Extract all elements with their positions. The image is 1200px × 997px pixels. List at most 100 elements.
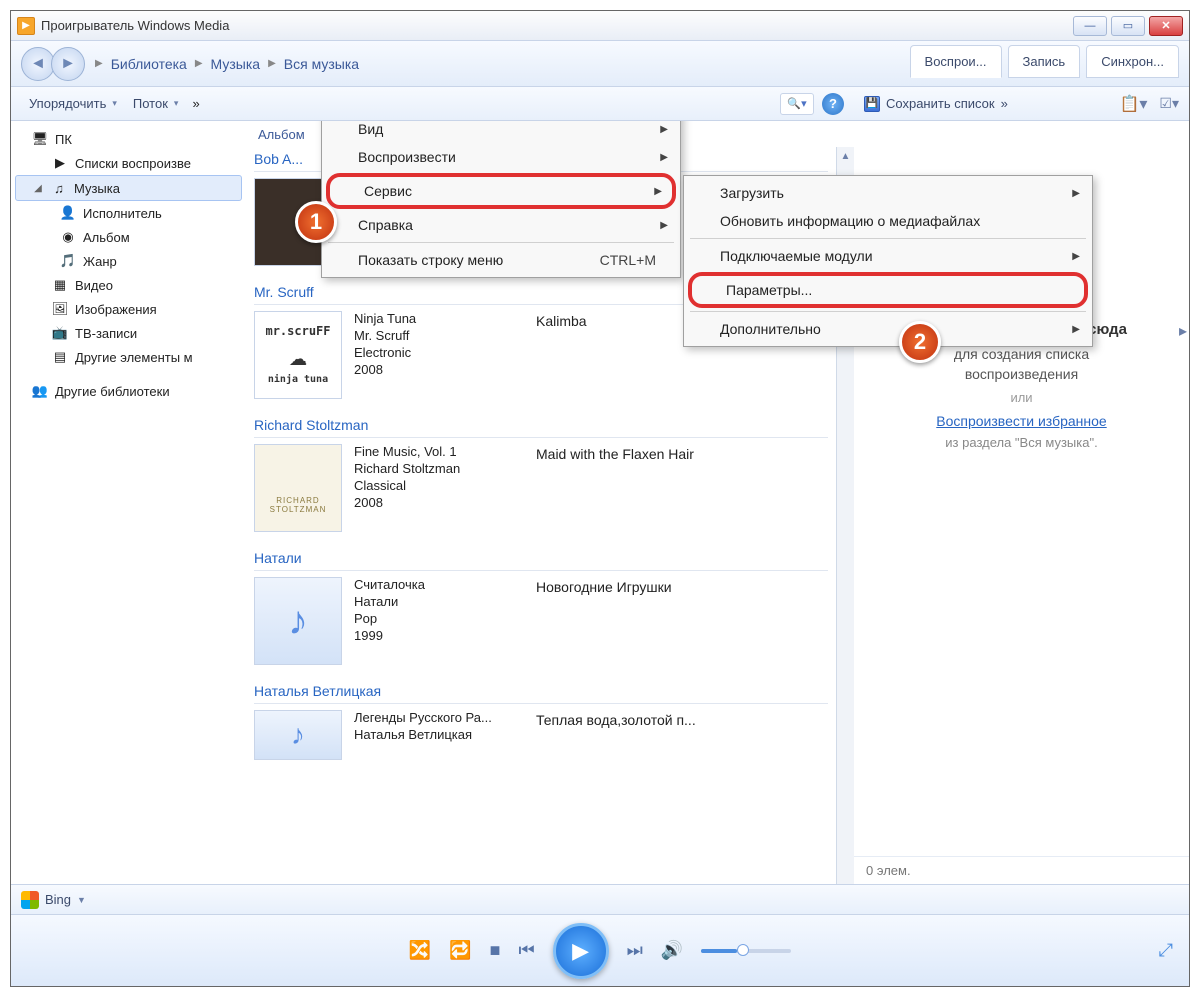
music-note-icon: ♪ (288, 597, 308, 645)
bing-search-button[interactable]: Bing ▼ (21, 891, 86, 909)
playlist-status: 0 элем. (854, 856, 1189, 884)
play-favorites-link[interactable]: Воспроизвести избранное (936, 413, 1106, 429)
menu-refresh-media[interactable]: Обновить информацию о медиафайлах (686, 207, 1090, 235)
breadcrumb-library[interactable]: Библиотека (107, 54, 191, 74)
album-group: Натали ♪ Считалочка Натали Pop 1999 Ново… (254, 546, 828, 665)
drop-sub2: воспроизведения (874, 366, 1169, 382)
menu-options[interactable]: Параметры... (688, 272, 1088, 308)
playlist-icon: ▶ (51, 155, 69, 171)
nav-album[interactable]: ◉ Альбом (11, 225, 246, 249)
volume-slider[interactable] (701, 949, 791, 953)
playlist-overflow[interactable]: » (1001, 96, 1008, 111)
artist-link[interactable]: Наталья Ветлицкая (254, 679, 828, 704)
nav-tv[interactable]: 📺 ТВ-записи (11, 321, 246, 345)
mute-button[interactable]: 🔊 (661, 940, 683, 961)
artist-icon: 👤 (59, 205, 77, 221)
track-title[interactable]: Maid with the Flaxen Hair (536, 444, 694, 532)
stop-button[interactable]: ■ (490, 940, 501, 961)
view-options-button[interactable]: ☑▾ (1159, 95, 1179, 112)
minimize-button[interactable]: — (1073, 16, 1107, 36)
track-title[interactable]: Новогодние Игрушки (536, 577, 672, 665)
chevron-right-icon: ▶ (268, 58, 276, 69)
menu-show-menubar[interactable]: Показать строку менюCTRL+M (324, 246, 678, 274)
menu-play[interactable]: Воспроизвести▶ (324, 143, 678, 171)
stream-button[interactable]: Поток (125, 92, 187, 115)
tab-sync[interactable]: Синхрон... (1086, 45, 1179, 78)
maximize-button[interactable]: ▭ (1111, 16, 1145, 36)
organize-button[interactable]: Упорядочить (21, 92, 125, 115)
back-button[interactable]: ◄ (21, 47, 55, 81)
submenu-arrow-icon: ▶ (660, 220, 668, 231)
track-title[interactable]: Теплая вода,золотой п... (536, 710, 696, 760)
volume-thumb[interactable] (737, 944, 749, 956)
main-area: 🖥 ПК ▶ Списки воспроизве ◢ ♫ Музыка 👤 Ис… (11, 121, 1189, 884)
shuffle-button[interactable]: 🔀 (409, 940, 431, 961)
nav-pc[interactable]: 🖥 ПК (11, 127, 246, 151)
album-icon: ◉ (59, 229, 77, 245)
menu-view[interactable]: Вид▶ (324, 121, 678, 143)
album-art[interactable]: ♪ (254, 577, 342, 665)
nav-music[interactable]: ◢ ♫ Музыка (15, 175, 242, 201)
submenu-arrow-icon: ▶ (654, 186, 662, 197)
clear-list-button[interactable]: 📋▾ (1119, 94, 1147, 114)
album-info: Fine Music, Vol. 1 Richard Stoltzman Cla… (354, 444, 524, 532)
switch-view-button[interactable]: ⤢ (1159, 940, 1173, 961)
other-media-icon: ▤ (51, 349, 69, 365)
nav-other-libraries[interactable]: 👥 Другие библиотеки (11, 379, 246, 403)
menu-service[interactable]: Сервис▶ (326, 173, 676, 209)
search-dropdown[interactable]: 🔍▾ (780, 93, 814, 115)
col-album[interactable]: Альбом (258, 127, 305, 142)
help-button[interactable]: ? (822, 93, 844, 115)
service-submenu: Загрузить▶ Обновить информацию о медиафа… (683, 175, 1093, 347)
expand-arrow-icon[interactable]: ▸ (1179, 321, 1187, 341)
menu-download[interactable]: Загрузить▶ (686, 179, 1090, 207)
nav-tree: 🖥 ПК ▶ Списки воспроизве ◢ ♫ Музыка 👤 Ис… (11, 121, 246, 884)
tv-icon: 📺 (51, 325, 69, 341)
menu-separator (690, 311, 1086, 312)
nav-images[interactable]: 🖼 Изображения (11, 297, 246, 321)
chevron-down-icon: ▼ (77, 895, 86, 905)
menu-plugins[interactable]: Подключаемые модули▶ (686, 242, 1090, 270)
scroll-up-icon[interactable]: ▲ (837, 147, 854, 165)
close-button[interactable]: ✕ (1149, 16, 1183, 36)
album-group: Наталья Ветлицкая ♪ Легенды Русского Ра.… (254, 679, 828, 760)
breadcrumb-all-music[interactable]: Вся музыка (280, 54, 363, 74)
next-button[interactable]: ⏭ (627, 940, 643, 961)
album-art[interactable]: mr.scruFF☁ninja tuna (254, 311, 342, 399)
submenu-arrow-icon: ▶ (660, 124, 668, 135)
album-art[interactable]: RICHARDSTOLTZMAN (254, 444, 342, 532)
nav-genre[interactable]: 🎵 Жанр (11, 249, 246, 273)
nav-artist[interactable]: 👤 Исполнитель (11, 201, 246, 225)
artist-link[interactable]: Натали (254, 546, 828, 571)
menu-help[interactable]: Справка▶ (324, 211, 678, 239)
submenu-arrow-icon: ▶ (1072, 188, 1080, 199)
menu-advanced[interactable]: Дополнительно▶ (686, 315, 1090, 343)
forward-button[interactable]: ► (51, 47, 85, 81)
collapse-icon[interactable]: ◢ (32, 183, 44, 194)
nav-history: ◄ ► (21, 47, 85, 81)
menu-separator (328, 242, 674, 243)
genre-icon: 🎵 (59, 253, 77, 269)
album-group: Richard Stoltzman RICHARDSTOLTZMAN Fine … (254, 413, 828, 532)
breadcrumb-music[interactable]: Музыка (207, 54, 265, 74)
submenu-arrow-icon: ▶ (1072, 324, 1080, 335)
nav-video[interactable]: ▦ Видео (11, 273, 246, 297)
window-controls: — ▭ ✕ (1073, 16, 1183, 36)
window: ▶ Проигрыватель Windows Media — ▭ ✕ ◄ ► … (10, 10, 1190, 987)
nav-playlists[interactable]: ▶ Списки воспроизве (11, 151, 246, 175)
artist-link[interactable]: Richard Stoltzman (254, 413, 828, 438)
nav-other-media[interactable]: ▤ Другие элементы м (11, 345, 246, 369)
bottom-bar: Bing ▼ (11, 884, 1189, 914)
chevron-right-icon: ▶ (95, 58, 103, 69)
tab-burn[interactable]: Запись (1008, 45, 1081, 78)
play-button[interactable]: ▶ (553, 923, 609, 979)
save-list-button[interactable]: Сохранить список (886, 96, 995, 111)
toolbar-overflow[interactable]: » (186, 92, 205, 115)
main-context-menu: Файл▶ Вид▶ Воспроизвести▶ Сервис▶ Справк… (321, 121, 681, 278)
track-title[interactable]: Kalimba (536, 311, 587, 399)
repeat-button[interactable]: 🔁 (449, 940, 471, 961)
album-art[interactable]: ♪ (254, 710, 342, 760)
prev-button[interactable]: ⏮ (518, 940, 534, 961)
breadcrumb[interactable]: ▶ Библиотека ▶ Музыка ▶ Вся музыка (95, 54, 363, 74)
tab-play[interactable]: Воспрои... (910, 45, 1002, 78)
